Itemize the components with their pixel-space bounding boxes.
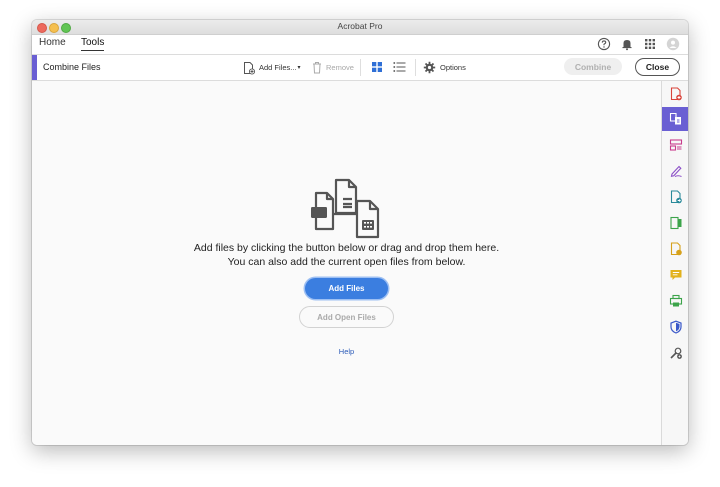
help-icon[interactable] <box>597 37 611 51</box>
instruction-line-1: Add files by clicking the button below o… <box>193 242 500 254</box>
protect-shield-icon <box>669 320 682 334</box>
gear-icon <box>423 61 436 74</box>
fill-sign-icon <box>670 165 682 178</box>
avatar-icon[interactable] <box>666 37 680 51</box>
chevron-down-icon: ▾ <box>297 65 301 71</box>
create-pdf-tool[interactable] <box>662 82 688 106</box>
print-production-tool[interactable] <box>662 289 688 313</box>
create-pdf-icon <box>670 87 682 101</box>
add-files-label: Add Files... <box>259 63 297 72</box>
title-bar: Acrobat Pro <box>32 20 688 35</box>
organize-pages-tool[interactable] <box>662 133 688 157</box>
remove-label: Remove <box>326 63 354 72</box>
window-title: Acrobat Pro <box>337 21 383 31</box>
bell-icon[interactable] <box>620 37 634 51</box>
combine-files-icon <box>669 112 681 125</box>
top-nav: Home Tools <box>32 35 688 55</box>
combine-files-tool[interactable] <box>662 107 688 131</box>
help-link[interactable]: Help <box>32 347 661 356</box>
organize-pages-icon <box>669 139 682 151</box>
more-tools-icon <box>669 347 682 359</box>
tool-title: Combine Files <box>43 62 101 72</box>
combine-files-illustration <box>311 178 380 239</box>
combine-drop-area[interactable]: Add files by clicking the button below o… <box>32 81 661 445</box>
print-production-icon <box>669 294 682 307</box>
edit-pdf-icon <box>669 216 681 230</box>
list-view-icon[interactable] <box>393 61 406 73</box>
trash-icon <box>313 62 321 74</box>
tool-accent-bar <box>32 55 37 80</box>
toolbar-divider <box>360 59 361 76</box>
tab-home[interactable]: Home <box>39 37 66 50</box>
remove-button[interactable]: Remove <box>311 59 354 76</box>
more-tools[interactable] <box>662 341 688 365</box>
toolbar-divider <box>415 59 416 76</box>
export-pdf-tool[interactable] <box>662 185 688 209</box>
tool-toolbar: Combine Files Add Files... ▾ Remove Opti… <box>32 55 688 81</box>
options-button[interactable]: Options <box>423 59 466 76</box>
comment-icon <box>670 270 681 280</box>
comment-tool[interactable] <box>662 263 688 287</box>
enhance-scans-tool[interactable] <box>662 237 688 261</box>
instruction-line-2: You can also add the current open files … <box>227 256 466 268</box>
apps-grid-icon[interactable] <box>643 37 657 51</box>
tools-pane <box>661 81 688 445</box>
close-tool-button[interactable]: Close <box>635 58 680 76</box>
add-files-button[interactable]: Add Files <box>305 278 388 299</box>
add-files-dropdown[interactable]: Add Files... ▾ <box>242 59 301 76</box>
export-pdf-icon <box>670 190 682 204</box>
thumbnail-view-icon[interactable] <box>371 61 383 73</box>
tab-tools[interactable]: Tools <box>81 37 105 51</box>
acrobat-window: Acrobat Pro Home Tools Combine Files Add… <box>32 20 688 445</box>
fill-sign-tool[interactable] <box>662 159 688 183</box>
enhance-scans-icon <box>670 242 682 256</box>
options-label: Options <box>440 63 466 72</box>
edit-pdf-tool[interactable] <box>662 211 688 235</box>
add-file-icon <box>244 61 256 75</box>
combine-button[interactable]: Combine <box>564 58 622 75</box>
protect-tool[interactable] <box>662 315 688 339</box>
add-open-files-button[interactable]: Add Open Files <box>299 306 394 328</box>
